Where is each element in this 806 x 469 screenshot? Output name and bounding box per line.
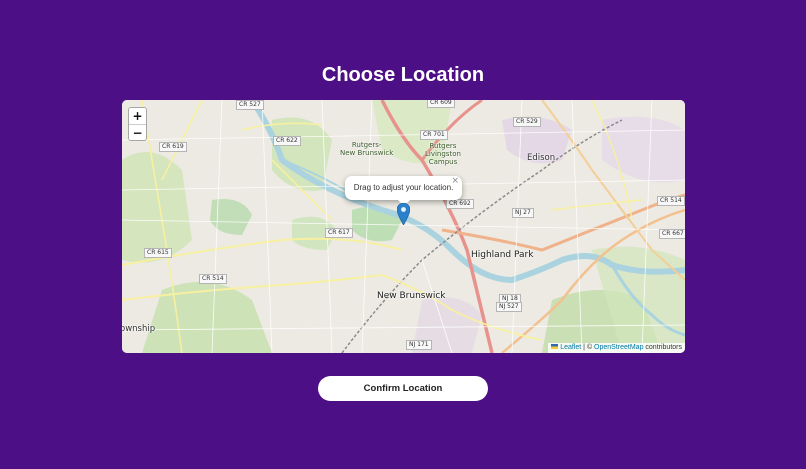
map-label-edison: Edison bbox=[527, 153, 556, 163]
confirm-location-button[interactable]: Confirm Location bbox=[318, 376, 488, 401]
route-shield: CR 527 bbox=[236, 100, 264, 110]
openstreetmap-link[interactable]: OpenStreetMap bbox=[594, 344, 643, 351]
zoom-out-button[interactable]: − bbox=[129, 124, 146, 140]
route-shield: NJ 171 bbox=[406, 340, 432, 350]
leaflet-link[interactable]: Leaflet bbox=[560, 344, 581, 351]
route-shield: CR 609 bbox=[427, 100, 455, 108]
map-label-township: ownship bbox=[122, 324, 156, 334]
popup-text: Drag to adjust your location. bbox=[353, 183, 454, 192]
route-shield: NJ 27 bbox=[512, 208, 534, 218]
map-label-rutgers-livingston: Rutgers Livingston Campus bbox=[425, 142, 461, 166]
page-title: Choose Location bbox=[321, 64, 485, 86]
zoom-control: + − bbox=[128, 107, 147, 141]
location-marker-icon[interactable] bbox=[396, 202, 411, 230]
attribution-separator: | © bbox=[581, 344, 595, 351]
map-attribution: Leaflet | © OpenStreetMap contributors bbox=[548, 343, 685, 353]
route-shield: CR 514 bbox=[657, 196, 685, 206]
route-shield: CR 529 bbox=[513, 117, 541, 127]
route-shield: CR 617 bbox=[325, 228, 353, 238]
route-shield: NJ 527 bbox=[496, 302, 522, 312]
attribution-suffix: contributors bbox=[643, 344, 682, 351]
location-popup: × Drag to adjust your location. bbox=[345, 176, 462, 206]
route-shield: CR 667 bbox=[659, 229, 685, 239]
route-shield: CR 622 bbox=[273, 136, 301, 146]
route-shield: CR 619 bbox=[159, 142, 187, 152]
route-shield: CR 692 bbox=[446, 199, 474, 209]
map-label-new-brunswick: New Brunswick bbox=[377, 291, 446, 301]
zoom-in-button[interactable]: + bbox=[129, 108, 146, 124]
route-shield: CR 615 bbox=[144, 248, 172, 258]
map-label-rutgers-nb: Rutgers- New Brunswick bbox=[340, 141, 394, 157]
map-label-highland-park: Highland Park bbox=[471, 250, 534, 260]
route-shield: CR 514 bbox=[199, 274, 227, 284]
page: Choose Location New Brunswick Highland P… bbox=[0, 0, 806, 469]
ukraine-flag-icon bbox=[551, 344, 559, 349]
map-container[interactable]: New Brunswick Highland Park Edison ownsh… bbox=[122, 100, 685, 353]
route-shield: CR 701 bbox=[420, 130, 448, 140]
